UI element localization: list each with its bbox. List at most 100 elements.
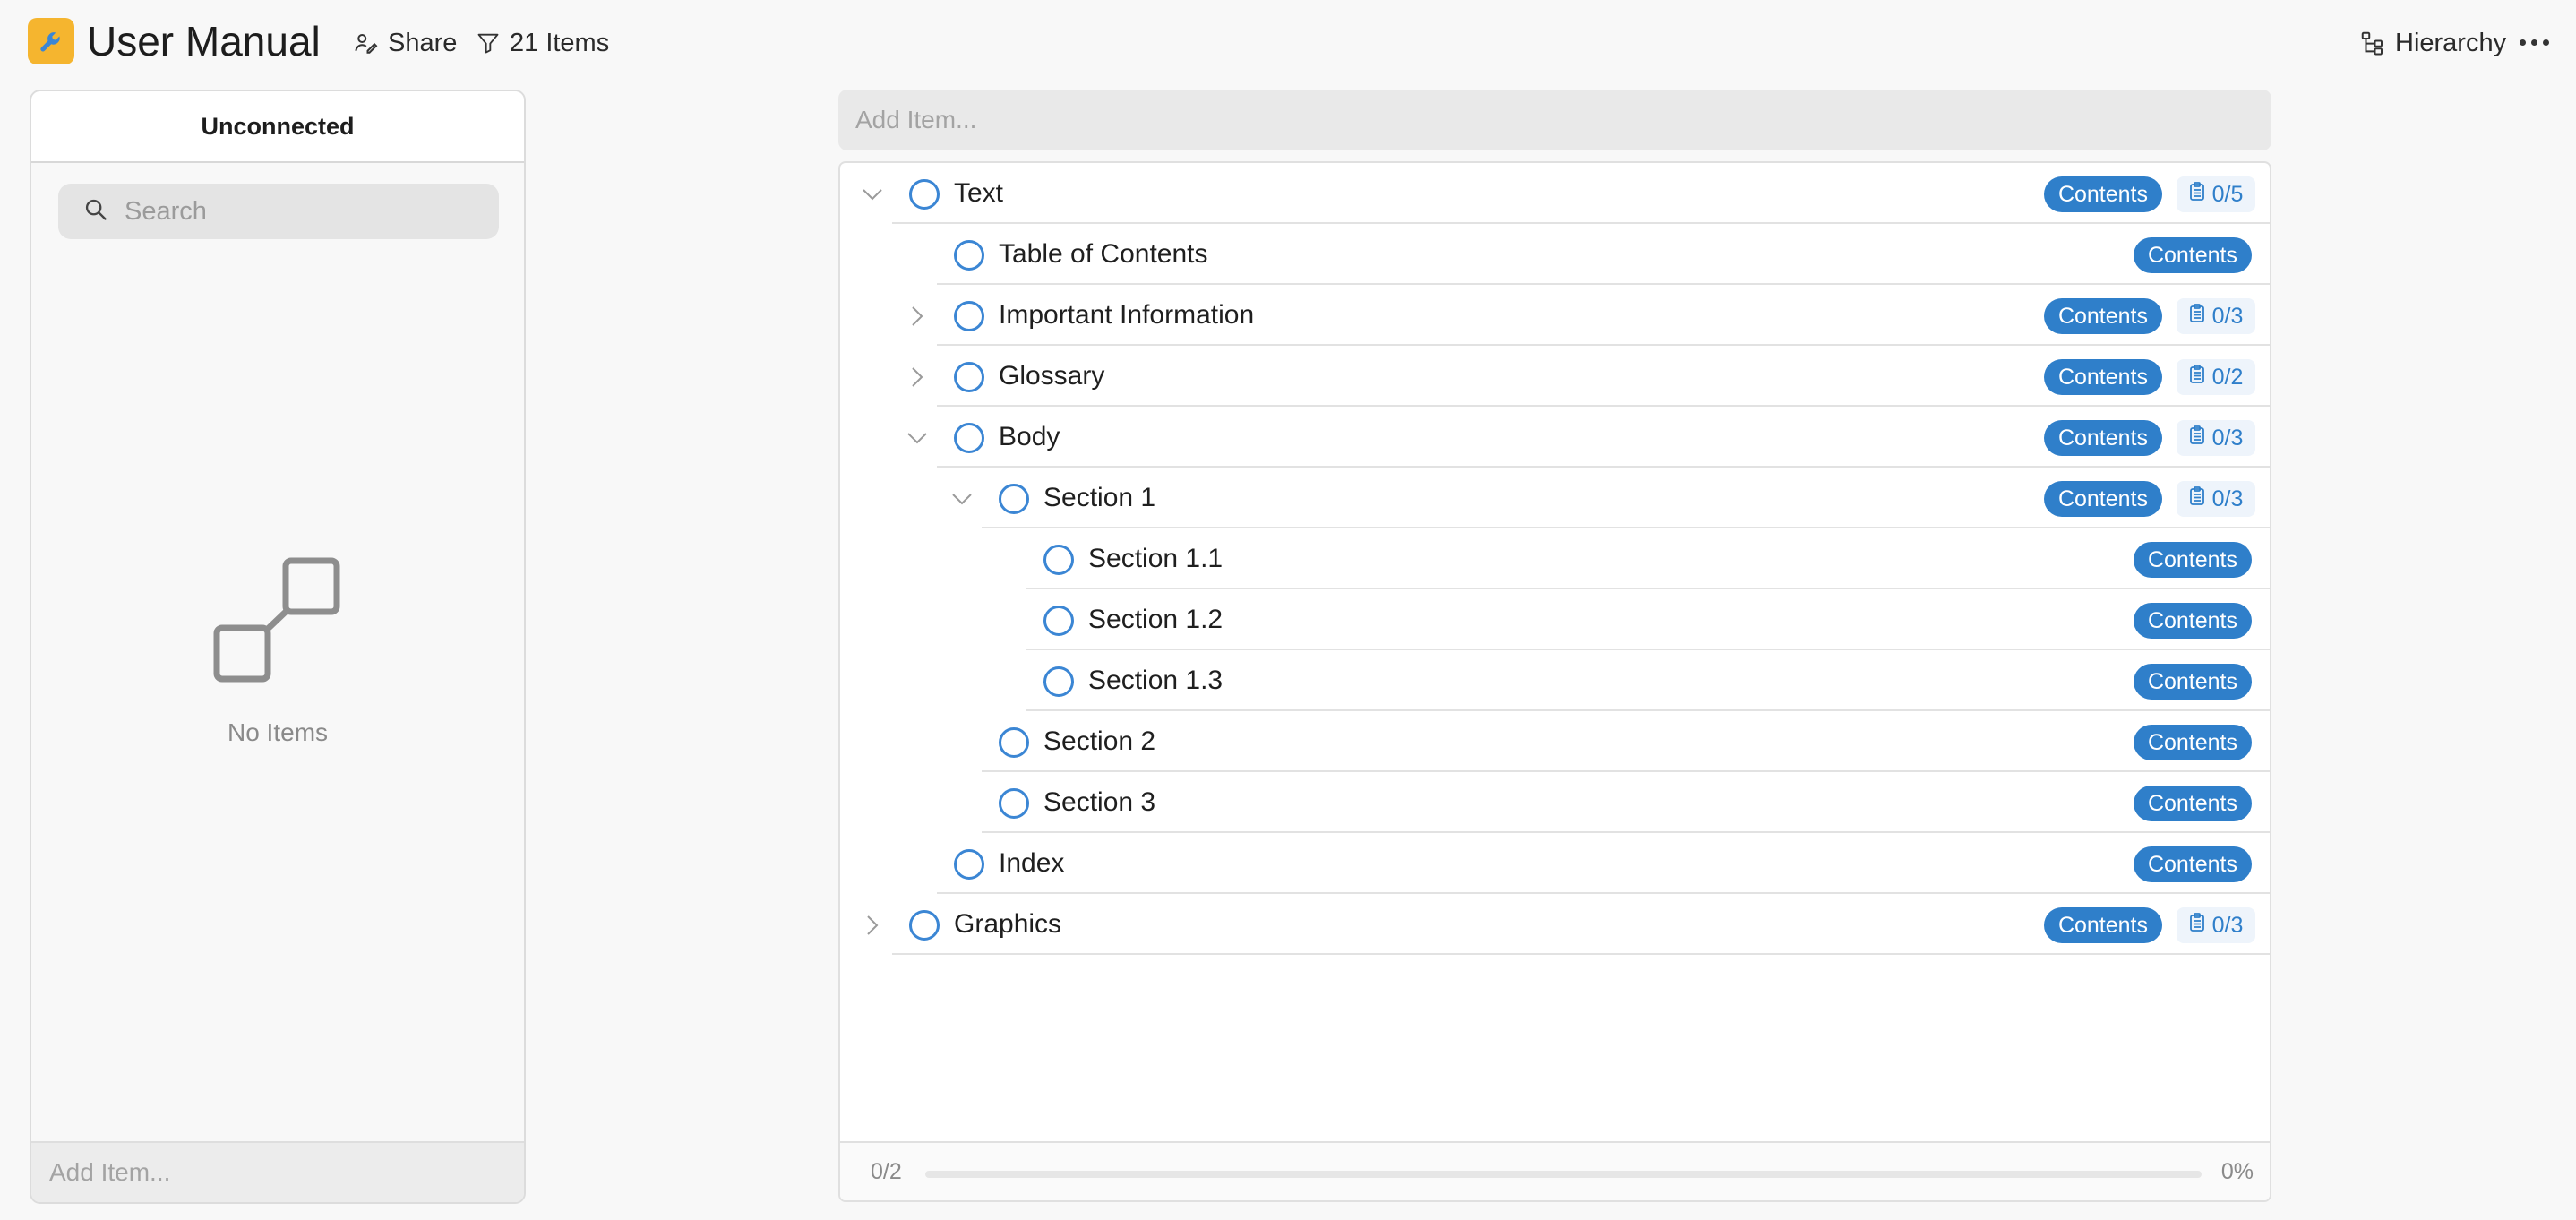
left-add-item-field[interactable] — [31, 1141, 524, 1202]
share-label: Share — [388, 28, 458, 57]
hierarchy-tree-panel: Text Contents 0/5 Table of Contents Contents… — [838, 161, 2271, 1202]
tree-row[interactable]: Important Information Contents 0/3 — [840, 285, 2270, 346]
child-count-label: 0/3 — [2211, 912, 2244, 938]
filter-button[interactable]: 21 Items — [476, 25, 609, 61]
completion-circle-icon[interactable] — [1043, 545, 1074, 575]
tree-row[interactable]: Section 2 Contents — [840, 711, 2270, 772]
row-label: Body — [999, 422, 1060, 451]
tree-row[interactable]: Graphics Contents 0/3 — [840, 894, 2270, 955]
contents-tag[interactable]: Contents — [2043, 298, 2162, 334]
child-count-badge[interactable]: 0/3 — [2177, 420, 2255, 456]
top-bar: User Manual Share 21 Items Hierarchy — [0, 0, 2576, 86]
contents-tag[interactable]: Contents — [2133, 664, 2252, 700]
completion-circle-icon[interactable] — [954, 301, 984, 331]
completion-circle-icon[interactable] — [954, 423, 984, 453]
completion-circle-icon[interactable] — [954, 240, 984, 271]
tree-row[interactable]: Section 1.1 Contents — [840, 528, 2270, 589]
unconnected-nodes-icon — [213, 557, 342, 691]
tree-row[interactable]: Text Contents 0/5 — [840, 163, 2270, 224]
clipboard-icon — [2189, 425, 2205, 451]
tree-row[interactable]: Section 1.2 Contents — [840, 589, 2270, 650]
row-label: Text — [954, 178, 1004, 208]
tree-row[interactable]: Glossary Contents 0/2 — [840, 346, 2270, 407]
clipboard-icon — [2189, 181, 2205, 208]
item-count-label: 21 Items — [510, 28, 610, 57]
completion-circle-icon[interactable] — [954, 362, 984, 392]
clipboard-icon — [2189, 364, 2205, 391]
hierarchy-icon — [2359, 30, 2386, 56]
contents-tag[interactable]: Contents — [2133, 846, 2252, 882]
row-label: Table of Contents — [999, 239, 1208, 269]
child-count-badge[interactable]: 0/3 — [2177, 907, 2255, 943]
add-item-field[interactable] — [838, 90, 2271, 150]
row-label: Important Information — [999, 300, 1255, 330]
contents-tag[interactable]: Contents — [2133, 542, 2252, 578]
completion-circle-icon[interactable] — [954, 849, 984, 880]
row-label: Section 2 — [1043, 726, 1156, 756]
more-options-icon[interactable] — [2520, 39, 2549, 46]
row-label: Section 1.3 — [1088, 666, 1224, 695]
contents-tag[interactable]: Contents — [2133, 237, 2252, 273]
row-label: Section 1.1 — [1088, 544, 1224, 573]
search-input[interactable] — [125, 196, 465, 227]
child-count-label: 0/3 — [2211, 303, 2244, 329]
contents-tag[interactable]: Contents — [2043, 907, 2162, 943]
completed-count: 0/2 — [871, 1159, 902, 1184]
contents-tag[interactable]: Contents — [2043, 420, 2162, 456]
search-field[interactable] — [58, 184, 499, 239]
child-count-badge[interactable]: 0/3 — [2177, 481, 2255, 517]
search-icon — [83, 197, 108, 227]
chevron-right-icon[interactable] — [906, 366, 928, 388]
add-item-input[interactable] — [855, 106, 2271, 134]
contents-tag[interactable]: Contents — [2133, 725, 2252, 760]
contents-tag[interactable]: Contents — [2133, 786, 2252, 821]
completion-circle-icon[interactable] — [999, 484, 1029, 514]
completion-circle-icon[interactable] — [999, 788, 1029, 819]
share-button[interactable]: Share — [352, 25, 457, 61]
completion-circle-icon[interactable] — [909, 179, 940, 210]
row-label: Section 3 — [1043, 787, 1156, 817]
document-title: User Manual — [87, 18, 321, 64]
completion-circle-icon[interactable] — [1043, 606, 1074, 636]
unconnected-panel: Unconnected No Items — [30, 90, 526, 1204]
row-divider — [892, 953, 2270, 955]
completion-circle-icon[interactable] — [909, 910, 940, 941]
row-label: Glossary — [999, 361, 1105, 391]
child-count-label: 0/3 — [2211, 485, 2244, 511]
chevron-down-icon[interactable] — [906, 427, 928, 449]
chevron-right-icon[interactable] — [862, 915, 883, 936]
contents-tag[interactable]: Contents — [2043, 359, 2162, 395]
share-icon — [352, 30, 379, 56]
completion-circle-icon[interactable] — [999, 727, 1029, 758]
progress-percent: 0% — [2220, 1159, 2254, 1184]
contents-tag[interactable]: Contents — [2133, 603, 2252, 639]
contents-tag[interactable]: Contents — [2043, 176, 2162, 212]
clipboard-icon — [2189, 912, 2205, 939]
tree-row[interactable]: Section 3 Contents — [840, 772, 2270, 833]
clipboard-icon — [2189, 485, 2205, 512]
child-count-badge[interactable]: 0/5 — [2177, 176, 2255, 212]
contents-tag[interactable]: Contents — [2043, 481, 2162, 517]
row-label: Index — [999, 848, 1065, 878]
tree-row[interactable]: Index Contents — [840, 833, 2270, 894]
left-add-item-input[interactable] — [49, 1158, 524, 1187]
chevron-right-icon[interactable] — [906, 305, 928, 327]
chevron-down-icon[interactable] — [951, 488, 973, 510]
tree-row[interactable]: Section 1 Contents 0/3 — [840, 468, 2270, 528]
child-count-badge[interactable]: 0/2 — [2177, 359, 2255, 395]
row-label: Section 1 — [1043, 483, 1156, 512]
empty-state-label: No Items — [227, 718, 329, 746]
child-count-label: 0/2 — [2211, 364, 2244, 390]
completion-circle-icon[interactable] — [1043, 666, 1074, 697]
child-count-label: 0/5 — [2211, 181, 2244, 207]
tree-row[interactable]: Table of Contents Contents — [840, 224, 2270, 285]
tree-row[interactable]: Section 1.3 Contents — [840, 650, 2270, 711]
child-count-badge[interactable]: 0/3 — [2177, 298, 2255, 334]
hierarchy-label: Hierarchy — [2395, 28, 2507, 57]
clipboard-icon — [2189, 303, 2205, 330]
chevron-down-icon[interactable] — [862, 184, 883, 205]
hierarchy-button[interactable]: Hierarchy — [2359, 25, 2506, 61]
row-label: Graphics — [954, 909, 1062, 939]
tree-row[interactable]: Body Contents 0/3 — [840, 407, 2270, 468]
wrench-icon[interactable] — [28, 18, 74, 64]
